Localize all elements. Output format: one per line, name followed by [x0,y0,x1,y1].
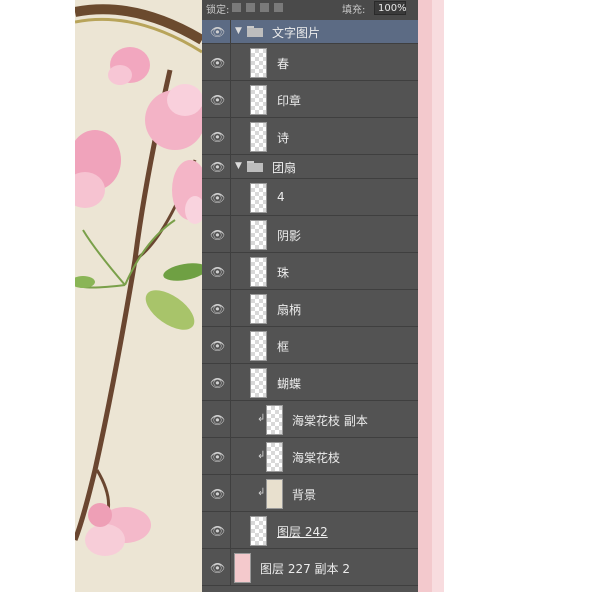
layer-name: 4 [277,190,285,204]
layer-row[interactable]: 👁 图层 242 [202,512,418,549]
row-divider [230,155,231,178]
layer-row[interactable]: 👁 春 [202,44,418,81]
clipping-mask-icon: ↲ [257,450,266,461]
row-divider [230,179,231,215]
visibility-eye-icon[interactable]: 👁 [210,524,225,538]
visibility-eye-icon[interactable]: 👁 [210,160,225,174]
canvas-edge-strip [418,0,444,592]
visibility-eye-icon[interactable]: 👁 [210,228,225,242]
lock-icons [232,3,283,12]
layer-row[interactable]: 👁 印章 [202,81,418,118]
layer-row[interactable]: 👁 蝴蝶 [202,364,418,401]
row-divider [230,81,231,117]
layer-row[interactable]: 👁 扇柄 [202,290,418,327]
layer-thumbnail [250,293,267,324]
layer-name: 团扇 [272,161,297,175]
row-divider [230,44,231,80]
clipping-mask-icon: ↲ [257,413,266,424]
layer-row[interactable]: 👁 图层 227 副本 2 [202,549,418,586]
canvas-edge-inner [432,0,444,592]
layer-row[interactable]: 👁 框 [202,327,418,364]
layer-thumbnail [250,182,267,213]
visibility-eye-icon[interactable]: 👁 [210,413,225,427]
fill-input[interactable]: 100% [374,1,407,15]
layer-thumbnail [234,552,251,583]
folder-icon [247,161,263,172]
visibility-eye-icon[interactable]: 👁 [210,376,225,390]
clipping-mask-icon: ↲ [257,487,266,498]
row-divider [230,364,231,400]
row-divider [230,549,231,585]
row-divider [230,290,231,326]
row-divider [230,512,231,548]
layer-name: 海棠花枝 副本 [292,414,368,428]
fill-label: 填充: [342,5,366,16]
layer-row[interactable]: 👁 ↲ 背景 [202,475,418,512]
layer-group-row[interactable]: 👁 ▼ 文字图片 [202,20,418,44]
visibility-eye-icon[interactable]: 👁 [210,191,225,205]
layer-thumbnail [250,367,267,398]
row-divider [230,438,231,474]
layer-name: 扇柄 [277,303,302,317]
layers-panel: 锁定: 填充: 100% 👁 ▼ 文字图片 👁 春 👁 印章 👁 诗 👁 ▼ 团扇 👁 4 👁 阴影 👁 珠 👁 扇柄… [202,0,418,592]
layer-name: 春 [277,57,290,71]
lock-position-icon[interactable] [260,3,269,12]
layer-thumbnail [266,404,283,435]
visibility-eye-icon[interactable]: 👁 [210,130,225,144]
layer-name: 诗 [277,131,290,145]
layers-panel-toolbar: 锁定: 填充: 100% [202,0,418,20]
folder-icon [247,26,263,37]
layer-group-row[interactable]: 👁 ▼ 团扇 [202,155,418,179]
layer-thumbnail [250,121,267,152]
row-divider [230,216,231,252]
layer-name: 框 [277,340,290,354]
layer-row[interactable]: 👁 珠 [202,253,418,290]
layer-name: 海棠花枝 [292,451,341,465]
layer-name: 图层 227 副本 2 [260,562,350,576]
lock-label: 锁定: [206,5,230,16]
visibility-eye-icon[interactable]: 👁 [210,56,225,70]
layer-name: 蝴蝶 [277,377,302,391]
visibility-eye-icon[interactable]: 👁 [210,25,225,39]
flower-branch-illustration [75,4,202,556]
visibility-eye-icon[interactable]: 👁 [210,561,225,575]
layer-thumbnail [250,330,267,361]
visibility-eye-icon[interactable]: 👁 [210,339,225,353]
visibility-eye-icon[interactable]: 👁 [210,487,225,501]
row-divider [230,327,231,363]
layer-row[interactable]: 👁 诗 [202,118,418,155]
expand-arrow-icon[interactable]: ▼ [235,161,242,171]
row-divider [230,20,231,43]
visibility-eye-icon[interactable]: 👁 [210,265,225,279]
layer-thumbnail [250,219,267,250]
row-divider [230,253,231,289]
layer-row[interactable]: 👁 ↲ 海棠花枝 副本 [202,401,418,438]
row-divider [230,118,231,154]
layer-thumbnail [250,515,267,546]
layer-row[interactable]: 👁 阴影 [202,216,418,253]
lock-transparent-icon[interactable] [232,3,241,12]
layer-thumbnail [266,441,283,472]
layer-thumbnail [250,84,267,115]
row-divider [230,475,231,511]
lock-pixels-icon[interactable] [246,3,255,12]
visibility-eye-icon[interactable]: 👁 [210,450,225,464]
layer-thumbnail [250,256,267,287]
layer-row[interactable]: 👁 ↲ 海棠花枝 [202,438,418,475]
layer-name: 图层 242 [277,525,328,539]
layer-name: 阴影 [277,229,302,243]
layer-name: 珠 [277,266,290,280]
visibility-eye-icon[interactable]: 👁 [210,302,225,316]
layer-name: 印章 [277,94,302,108]
lock-all-icon[interactable] [274,3,283,12]
layer-row[interactable]: 👁 4 [202,179,418,216]
layer-thumbnail [266,478,283,509]
layer-name: 背景 [292,488,317,502]
layer-thumbnail [250,47,267,78]
expand-arrow-icon[interactable]: ▼ [235,26,242,36]
canvas-artwork [75,0,202,592]
visibility-eye-icon[interactable]: 👁 [210,93,225,107]
row-divider [230,401,231,437]
layer-name: 文字图片 [272,26,321,40]
